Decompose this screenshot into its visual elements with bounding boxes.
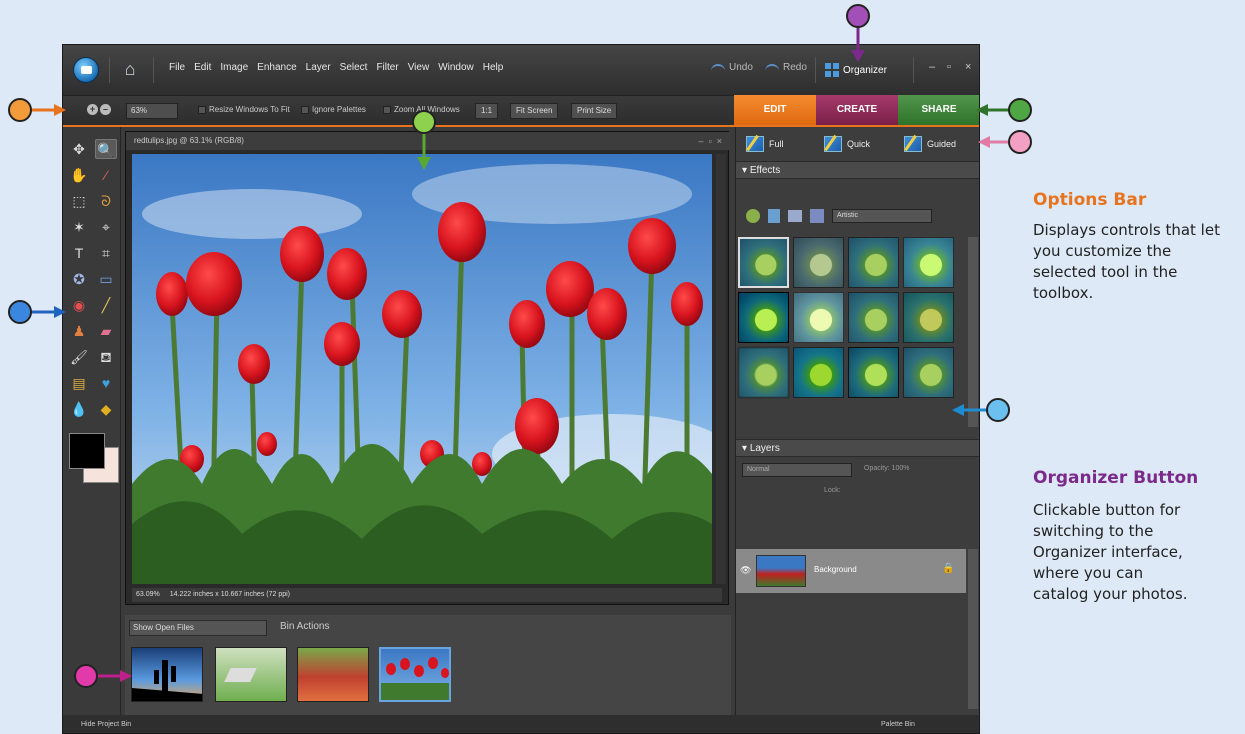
organizer-annotation-text: Clickable button for switching to the Or… <box>1033 501 1188 603</box>
options-bar-annotation-text: Displays controls that let you customize… <box>1033 221 1220 302</box>
organizer-annotation-title: Organizer Button <box>1033 468 1199 488</box>
callout-overlay <box>8 4 1032 688</box>
options-bar-annotation-title: Options Bar <box>1033 190 1147 210</box>
